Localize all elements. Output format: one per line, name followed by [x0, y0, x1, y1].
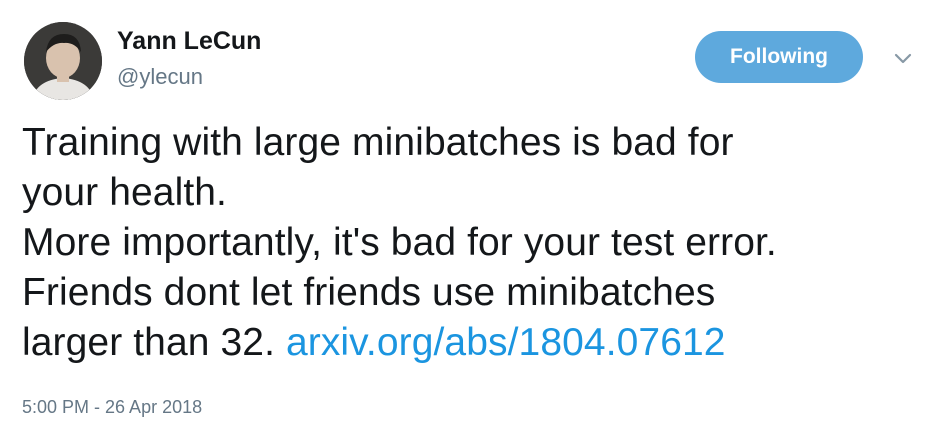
tweet-line: More importantly, it's bad for your test…	[22, 221, 777, 264]
following-button[interactable]: Following	[695, 31, 863, 83]
tweet-line-last: larger than 32. arxiv.org/abs/1804.07612	[22, 318, 912, 368]
tweet-card: Yann LeCun @ylecun Following Training wi…	[0, 0, 930, 434]
chevron-down-icon[interactable]	[893, 52, 913, 66]
tweet-line: Training with large minibatches is bad f…	[22, 121, 734, 164]
tweet-line: your health.	[22, 171, 227, 214]
tweet-line-text: larger than 32.	[22, 321, 286, 364]
author-handle[interactable]: @ylecun	[117, 64, 203, 90]
tweet-line: Friends dont let friends use minibatches	[22, 271, 716, 314]
tweet-text: Training with large minibatches is bad f…	[22, 118, 912, 368]
author-name[interactable]: Yann LeCun	[117, 27, 261, 56]
avatar[interactable]	[24, 22, 102, 100]
arxiv-link[interactable]: arxiv.org/abs/1804.07612	[286, 321, 726, 364]
tweet-timestamp[interactable]: 5:00 PM - 26 Apr 2018	[22, 397, 202, 418]
profile-photo	[24, 22, 102, 100]
